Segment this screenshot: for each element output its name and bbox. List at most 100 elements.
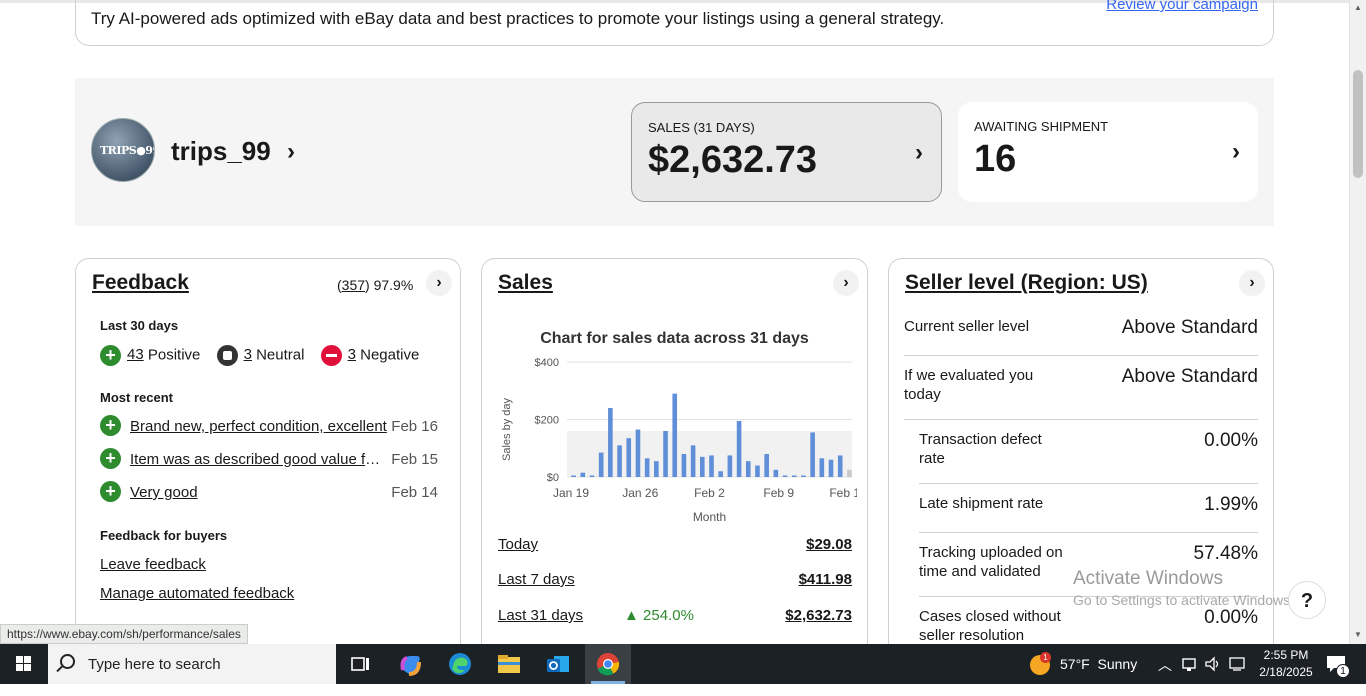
volume-icon[interactable]	[1204, 656, 1222, 696]
x-tick-label: Feb 9	[763, 486, 794, 500]
feedback-counts: +43 Positive 3 Neutral 3 Negative	[100, 345, 419, 366]
chart-bar	[681, 454, 687, 477]
chart-bar	[580, 472, 586, 477]
level-row-value: 57.48%	[1193, 543, 1258, 564]
chart-bar	[801, 475, 806, 477]
vertical-scrollbar[interactable]: ▲ ▼	[1349, 0, 1366, 644]
feedback-count-link[interactable]: 357	[342, 277, 365, 293]
outlook-icon[interactable]	[544, 650, 572, 678]
triangle-up-icon: ▲	[624, 607, 639, 624]
sales-row-31days[interactable]: Last 31 days ▲ 254.0% $2,632.73	[498, 607, 852, 624]
y-tick-label: $400	[535, 357, 559, 369]
level-row-label: Current seller level	[904, 318, 1030, 335]
neutral-label: Neutral	[256, 346, 305, 364]
username[interactable]: trips_99	[171, 136, 271, 167]
level-row-label: Tracking uploaded on time and validated	[919, 544, 1063, 580]
neutral-count[interactable]: 3	[244, 346, 252, 363]
feedback-title[interactable]: Feedback	[92, 271, 189, 295]
score-close: ) 97.9%	[365, 277, 414, 293]
chart-bar	[608, 408, 613, 477]
windows-logo-icon	[16, 656, 31, 671]
chart-bar	[617, 445, 622, 477]
recent-feedback-date: Feb 15	[391, 451, 438, 468]
sales-row-value[interactable]: $411.98	[799, 571, 852, 588]
chart-bar	[745, 461, 751, 477]
network-icon[interactable]	[1181, 656, 1197, 696]
chart-bar	[663, 431, 668, 477]
task-view-icon[interactable]	[347, 650, 375, 678]
level-row: Transaction defect rate 0.00%	[919, 430, 1258, 484]
negative-count[interactable]: 3	[348, 346, 356, 363]
chevron-right-icon[interactable]: ›	[833, 270, 859, 296]
sales-stat-label: SALES (31 DAYS)	[648, 120, 755, 135]
chart-bar	[598, 452, 604, 477]
level-row-label: Cases closed without seller resolution	[919, 608, 1061, 644]
sales-row-label[interactable]: Last 31 days	[498, 607, 583, 624]
sales-row-value[interactable]: $2,632.73	[785, 607, 852, 624]
chart-title: Chart for sales data across 31 days	[540, 330, 809, 347]
level-row-value: 0.00%	[1204, 607, 1258, 628]
chevron-right-icon[interactable]: ›	[1239, 270, 1265, 296]
chart-bar	[690, 445, 696, 477]
sales-row-today[interactable]: Today $29.08	[498, 536, 852, 553]
chart-bar	[828, 459, 834, 477]
awaiting-value: 16	[974, 138, 1017, 180]
sales-row-value[interactable]: $29.08	[806, 536, 852, 553]
file-explorer-icon[interactable]	[495, 650, 523, 678]
review-campaign-link[interactable]: Review your campaign	[1106, 0, 1258, 13]
sales-row-7days[interactable]: Last 7 days $411.98	[498, 571, 852, 588]
scroll-up-icon[interactable]: ▲	[1354, 3, 1362, 12]
recent-feedback-list: + Brand new, perfect condition, excellen…	[100, 415, 438, 514]
positive-count[interactable]: 43	[127, 346, 144, 363]
scrollbar-thumb[interactable]	[1353, 70, 1363, 178]
x-tick-label: Jan 26	[622, 486, 658, 500]
sales-row-label[interactable]: Last 7 days	[498, 571, 575, 588]
sales-growth-value: 254.0%	[643, 607, 694, 624]
leave-feedback-link[interactable]: Leave feedback	[100, 556, 206, 573]
chevron-right-icon: ›	[915, 139, 923, 166]
manage-feedback-link[interactable]: Manage automated feedback	[100, 585, 294, 602]
promo-banner: Try AI-powered ads optimized with eBay d…	[75, 0, 1274, 46]
chart-bar	[571, 475, 576, 477]
chevron-right-icon[interactable]: ›	[426, 270, 452, 296]
help-button[interactable]: ?	[1288, 581, 1326, 619]
status-bar-url: https://www.ebay.com/sh/performance/sale…	[0, 624, 248, 644]
level-row-value: 1.99%	[1204, 494, 1258, 515]
chart-bar	[773, 469, 779, 477]
negative-label: Negative	[360, 346, 420, 364]
sales-stat-value: $2,632.73	[648, 139, 818, 181]
recent-feedback-text[interactable]: Brand new, perfect condition, excellent	[130, 418, 388, 435]
seller-level-title[interactable]: Seller level (Region: US)	[905, 271, 1148, 295]
sales-title[interactable]: Sales	[498, 271, 553, 295]
feedback-card: Feedback (357) 97.9% › Last 30 days +43 …	[75, 258, 461, 644]
recent-feedback-date: Feb 16	[391, 418, 438, 435]
windows-start-button[interactable]	[0, 644, 48, 684]
y-tick-label: $200	[535, 415, 559, 427]
x-tick-label: Feb 16	[829, 486, 857, 500]
copilot-icon[interactable]	[397, 650, 425, 678]
sales-stat-card[interactable]: SALES (31 DAYS) $2,632.73 ›	[631, 102, 942, 202]
taskbar-search-box[interactable]: Type here to search	[48, 644, 336, 684]
list-item: + Brand new, perfect condition, excellen…	[100, 415, 438, 448]
chart-bar	[782, 475, 788, 477]
chrome-taskbar-active[interactable]	[585, 644, 631, 684]
recent-feedback-text[interactable]: Item was as described good value for mon…	[130, 451, 388, 468]
avatar[interactable]: TRIPS●99	[91, 118, 155, 182]
system-clock[interactable]: 2:55 PM 2/18/2025	[1255, 647, 1317, 681]
chevron-up-icon[interactable]: ︿	[1158, 655, 1172, 695]
level-row-value: Above Standard	[1121, 366, 1258, 387]
scroll-down-icon[interactable]: ▼	[1354, 630, 1362, 639]
level-row-value: Above Standard	[1121, 317, 1258, 338]
notification-center-button[interactable]: 1	[1322, 644, 1366, 684]
seller-summary: TRIPS●99 trips_99 › SALES (31 DAYS) $2,6…	[75, 78, 1274, 226]
positive-label: Positive	[147, 346, 201, 364]
activate-windows-subtitle: Go to Settings to activate Windows.	[1073, 592, 1294, 608]
chevron-right-icon[interactable]: ›	[287, 138, 295, 166]
edge-browser-icon[interactable]	[446, 650, 474, 678]
activate-windows-title: Activate Windows	[1073, 568, 1223, 589]
awaiting-shipment-card[interactable]: AWAITING SHIPMENT 16 ›	[958, 102, 1258, 202]
sales-row-label[interactable]: Today	[498, 536, 538, 553]
recent-feedback-text[interactable]: Very good	[130, 484, 388, 501]
keyboard-monitor-icon[interactable]	[1228, 656, 1246, 696]
y-tick-label: $0	[547, 472, 559, 484]
